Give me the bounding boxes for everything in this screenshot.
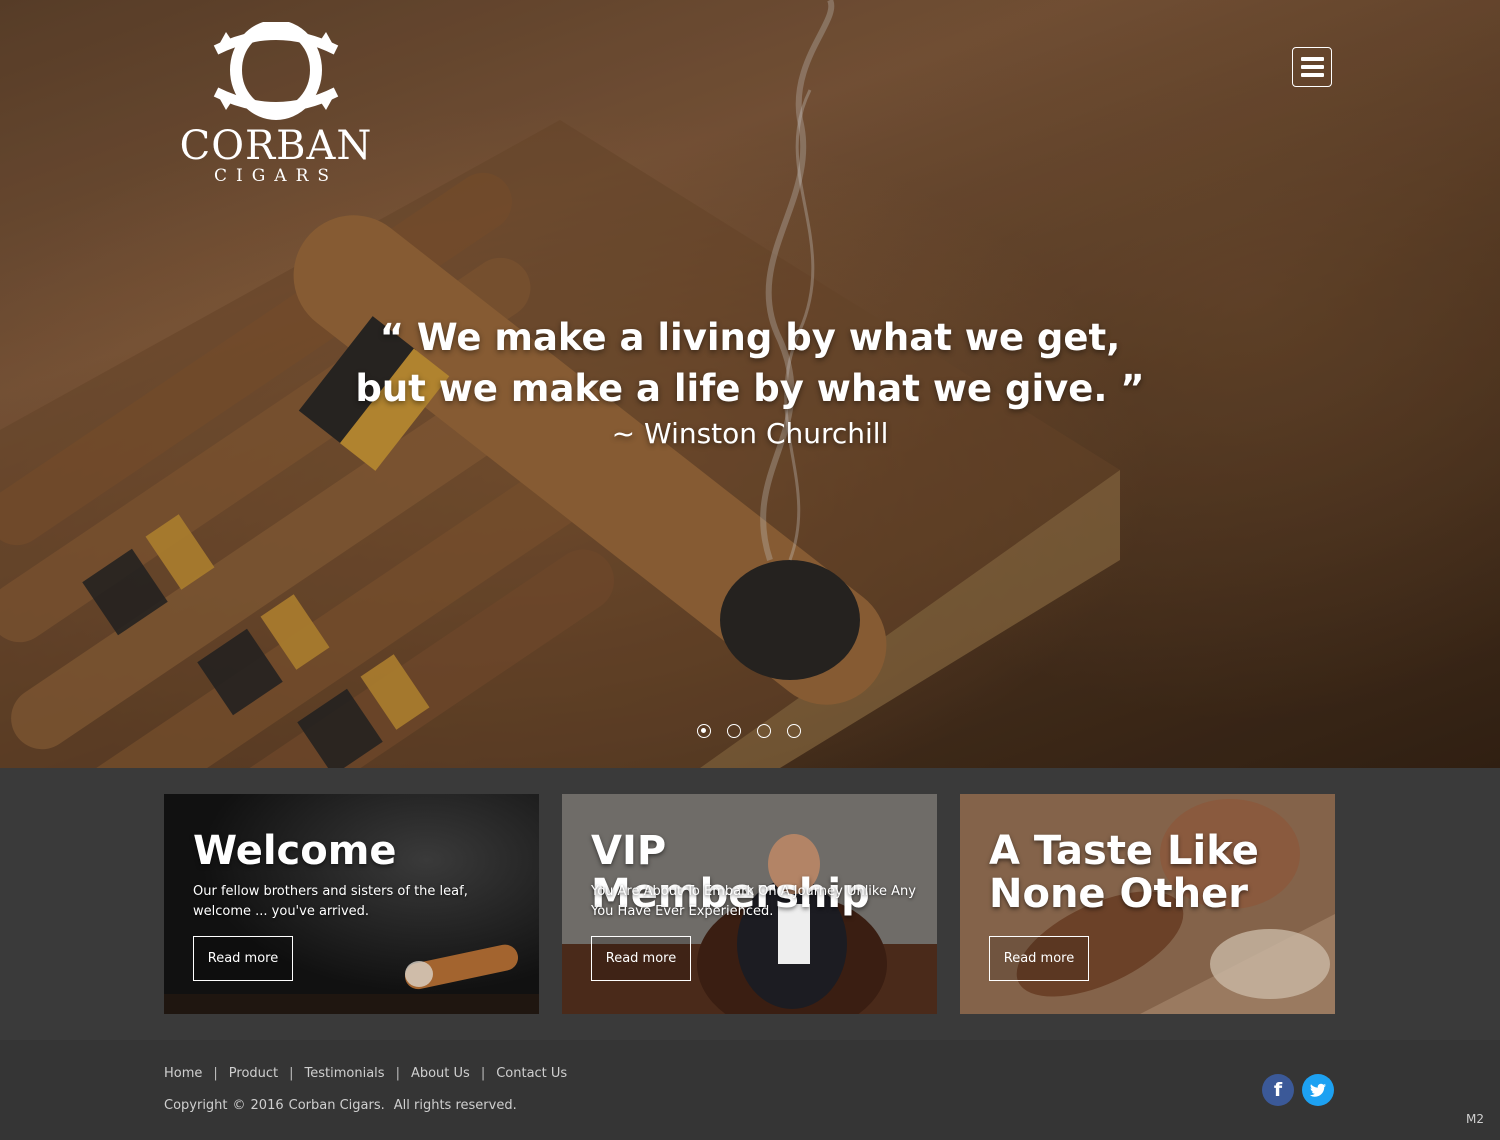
footer-link-about-us[interactable]: About Us [411,1066,470,1081]
twitter-icon[interactable] [1302,1074,1334,1106]
card-taste: A Taste Like None Other Read more [960,794,1335,1014]
card-title-line-1: A Taste Like [989,828,1259,874]
quote-line-2: but we make a life by what we give. ” [355,367,1145,410]
quote-author: ~ Winston Churchill [611,417,889,450]
card-welcome: Welcome Our fellow brothers and sisters … [164,794,539,1014]
copyright-year: 2016 [250,1098,284,1113]
menu-bar [1301,73,1324,77]
hero-banner: CORBAN CIGARS “ We make a living by what… [0,0,1500,768]
version-label: M2 [1466,1112,1484,1126]
card-title: A Taste Like None Other [989,830,1259,916]
footer-nav: Home | Product | Testimonials | About Us | Conta… [164,1064,567,1084]
twitter-bird-icon [1309,1083,1326,1097]
slider-dot-4[interactable] [787,724,801,738]
nav-separator: | [480,1066,486,1081]
read-more-button[interactable]: Read more [989,936,1089,981]
slider-dot-1[interactable] [697,724,711,738]
facebook-glyph: f [1273,1079,1283,1101]
copyright-symbol: © [232,1098,246,1113]
copyright-rights: All rights reserved. [393,1098,517,1113]
logo-submark: CIGARS [213,166,339,186]
card-text: Our fellow brothers and sisters of the l… [193,884,468,919]
slider-dot-3[interactable] [757,724,771,738]
card-vip-membership: VIP Membership You Are About To Embark O… [562,794,937,1014]
menu-bar [1301,65,1324,69]
card-text: You Are About To Embark On A Journey Unl… [591,884,916,919]
hero-quote: “ We make a living by what we get, but w… [300,312,1200,414]
footer-link-product[interactable]: Product [229,1066,278,1081]
logo-emblem-icon [213,22,339,120]
card-title: Welcome [193,828,397,874]
quote-line-1: “ We make a living by what we get, [379,316,1121,359]
feature-cards: Welcome Our fellow brothers and sisters … [0,768,1500,1040]
hamburger-menu-icon[interactable] [1292,47,1332,87]
card-title-line-2: None Other [989,871,1248,917]
copyright-word: Copyright [164,1098,228,1113]
nav-separator: | [395,1066,400,1081]
corban-cigars-logo[interactable]: CORBAN CIGARS [164,22,388,190]
footer-link-contact-us[interactable]: Contact Us [496,1066,567,1081]
logo-wordmark: CORBAN [179,123,373,169]
copyright-text: Copyright © 2016 Corban Cigars. All rights r… [164,1096,522,1116]
menu-bar [1301,57,1324,61]
read-more-button[interactable]: Read more [591,936,691,981]
facebook-icon[interactable]: f [1262,1074,1294,1106]
site-footer: Home | Product | Testimonials | About Us | Conta… [0,1040,1500,1140]
nav-separator: | [213,1066,218,1081]
slider-dot-2[interactable] [727,724,741,738]
read-more-button[interactable]: Read more [193,936,293,981]
slider-pagination [697,724,817,740]
copyright-company: Corban Cigars. [288,1098,385,1113]
nav-separator: | [289,1066,294,1081]
footer-link-testimonials[interactable]: Testimonials [305,1066,385,1081]
footer-link-home[interactable]: Home [164,1066,202,1081]
